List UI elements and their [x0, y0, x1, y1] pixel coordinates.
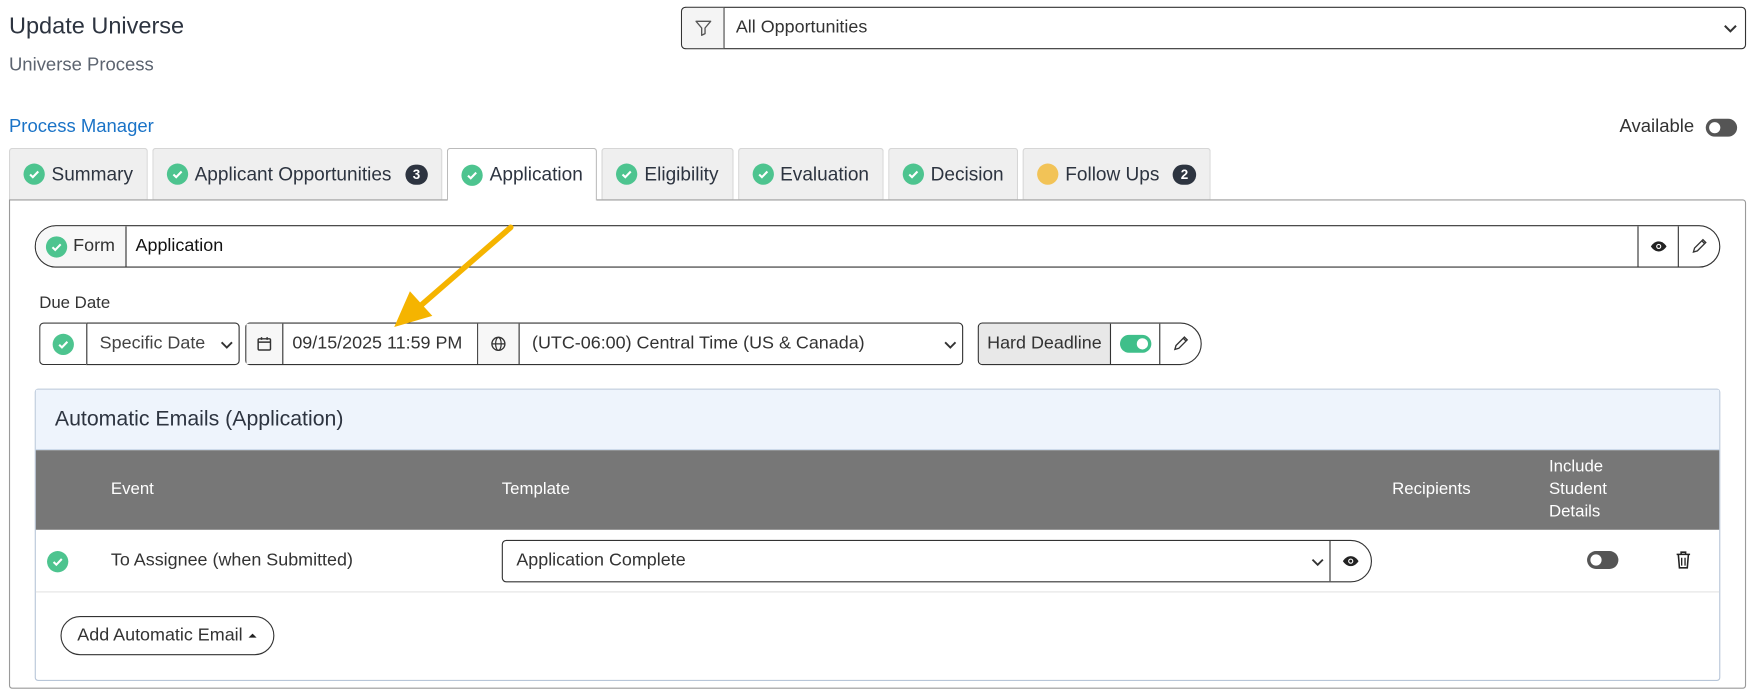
available-label: Available [1619, 116, 1695, 137]
timezone-value: (UTC-06:00) Central Time (US & Canada) [532, 333, 865, 353]
chevron-down-icon [1311, 558, 1324, 567]
column-include-line2: Student [1548, 479, 1607, 499]
tab-label: Eligibility [644, 162, 719, 185]
eye-icon [1650, 241, 1666, 252]
tab-label: Follow Ups [1065, 162, 1160, 185]
check-circle-icon [461, 164, 483, 186]
check-circle-icon [52, 333, 74, 355]
column-template: Template [501, 479, 570, 499]
automatic-emails-title: Automatic Emails (Application) [35, 389, 1720, 451]
form-label-cell: Form [35, 226, 127, 267]
tab-application[interactable]: Application [447, 147, 598, 201]
eye-icon [1342, 556, 1359, 567]
count-badge: 3 [404, 164, 429, 185]
check-circle-icon [47, 551, 69, 573]
form-value[interactable]: Application [127, 226, 1639, 267]
process-tabs: Summary Applicant Opportunities 3 Applic… [8, 147, 1211, 201]
opportunity-filter-value: All Opportunities [735, 17, 868, 37]
preview-template-button[interactable] [1331, 541, 1371, 581]
count-badge: 2 [1172, 164, 1197, 185]
edit-form-button[interactable] [1679, 226, 1719, 266]
tab-follow-ups[interactable]: Follow Ups 2 [1022, 147, 1211, 200]
opportunity-filter[interactable]: All Opportunities [680, 6, 1747, 50]
chevron-down-icon [944, 341, 957, 349]
tab-label: Evaluation [780, 162, 870, 185]
template-selector: Application Complete [501, 539, 1372, 583]
timezone-select[interactable]: (UTC-06:00) Central Time (US & Canada) [520, 324, 962, 364]
due-date-input-group: 09/15/2025 11:59 PM (UTC-06:00) Central … [245, 322, 964, 366]
page-subtitle: Universe Process [8, 54, 154, 76]
tab-label: Applicant Opportunities [194, 162, 392, 185]
template-select[interactable]: Application Complete [503, 540, 1331, 582]
column-include-line1: Include [1548, 456, 1604, 476]
form-selector: Form Application [34, 225, 1721, 268]
calendar-icon[interactable] [246, 323, 284, 364]
tab-label: Application [489, 163, 583, 185]
annotation-arrow [394, 224, 514, 328]
edit-due-date-button[interactable] [1160, 324, 1200, 364]
column-event: Event [110, 479, 154, 499]
add-automatic-email-label: Add Automatic Email [77, 625, 243, 645]
due-date-status [39, 322, 87, 366]
preview-form-button[interactable] [1639, 226, 1679, 267]
caret-up-icon [248, 633, 257, 638]
email-table-header: Event Template Recipients Include Studen… [35, 450, 1720, 530]
add-automatic-email-button[interactable]: Add Automatic Email [60, 616, 274, 656]
form-label: Form [73, 236, 115, 256]
hard-deadline-label: Hard Deadline [978, 323, 1112, 364]
template-value: Application Complete [516, 551, 686, 571]
automatic-emails-card: Automatic Emails (Application) Event Tem… [34, 388, 1721, 681]
check-circle-icon [46, 235, 68, 258]
pencil-icon [1173, 336, 1189, 351]
due-date-type-value: Specific Date [99, 333, 206, 353]
event-cell: To Assignee (when Submitted) [110, 551, 353, 571]
chevron-down-icon [1724, 25, 1737, 33]
available-toggle-group: Available [1620, 116, 1737, 137]
tab-applicant-opportunities[interactable]: Applicant Opportunities 3 [152, 147, 443, 200]
check-circle-icon [23, 163, 45, 185]
due-date-label: Due Date [39, 293, 111, 313]
include-student-details-toggle[interactable] [1587, 551, 1619, 569]
check-circle-icon [902, 163, 924, 185]
available-toggle[interactable] [1705, 118, 1737, 137]
check-circle-icon [752, 163, 774, 185]
hard-deadline-toggle-cell [1111, 323, 1161, 364]
opportunity-filter-select[interactable]: All Opportunities [725, 8, 1745, 48]
tab-evaluation[interactable]: Evaluation [737, 147, 884, 200]
trash-icon[interactable] [1674, 550, 1692, 576]
page-title: Update Universe [8, 13, 185, 40]
tab-label: Decision [930, 162, 1004, 185]
filter-icon [682, 7, 725, 49]
hard-deadline-group: Hard Deadline [977, 322, 1202, 366]
tab-label: Summary [51, 162, 133, 185]
process-manager-link[interactable]: Process Manager [9, 116, 154, 137]
chevron-down-icon [220, 341, 233, 349]
tab-summary[interactable]: Summary [8, 147, 148, 200]
table-row: To Assignee (when Submitted) Application… [35, 530, 1720, 593]
due-date-row: Specific Date 09/15/2025 11:59 PM (UTC-0… [39, 322, 1202, 366]
check-circle-icon [616, 163, 638, 185]
column-recipients: Recipients [1392, 479, 1471, 499]
pencil-icon [1692, 238, 1707, 253]
tab-eligibility[interactable]: Eligibility [601, 147, 734, 200]
check-circle-icon [166, 163, 188, 185]
column-include-line3: Details [1548, 501, 1601, 521]
tab-decision[interactable]: Decision [888, 147, 1019, 200]
hard-deadline-toggle[interactable] [1119, 334, 1151, 353]
pending-status-icon [1037, 163, 1059, 185]
due-date-type-select[interactable]: Specific Date [86, 322, 240, 366]
